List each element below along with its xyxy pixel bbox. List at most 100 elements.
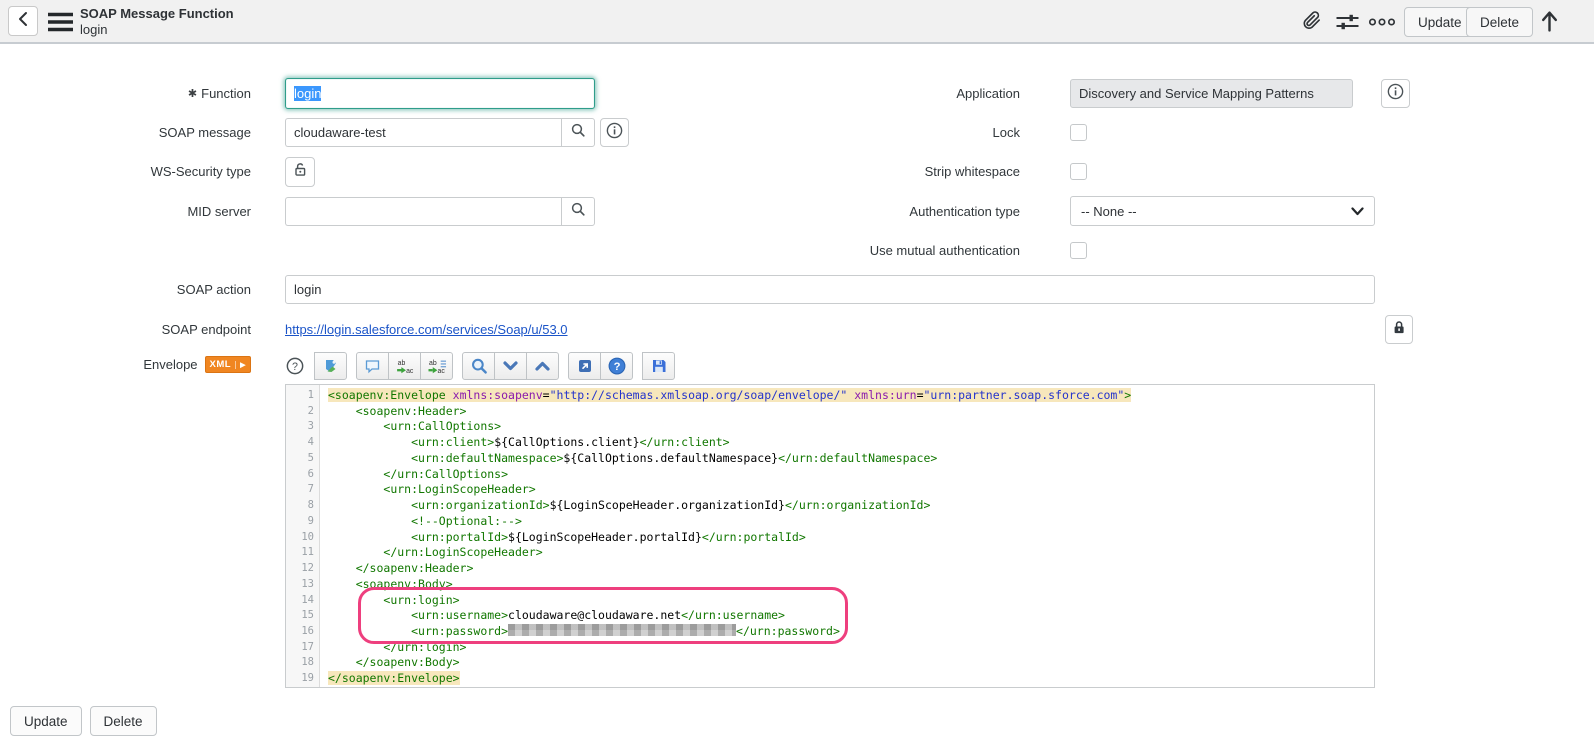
- attachment-icon[interactable]: [1300, 10, 1323, 33]
- code-line[interactable]: </soapenv:Body>: [328, 655, 1374, 671]
- help-docs-button[interactable]: ?: [600, 352, 633, 380]
- personalize-form-icon[interactable]: [1335, 12, 1360, 32]
- search-icon: [570, 201, 586, 222]
- line-number: 6: [286, 467, 319, 483]
- update-button-bottom[interactable]: Update: [10, 706, 82, 736]
- delete-button[interactable]: Delete: [1466, 7, 1533, 37]
- replace-all-button[interactable]: abac: [420, 352, 453, 380]
- line-number: 15: [286, 608, 319, 624]
- code-line[interactable]: </soapenv:Envelope>: [328, 671, 1374, 687]
- line-number: 9: [286, 514, 319, 530]
- line-number: 2: [286, 404, 319, 420]
- line-number: 17: [286, 640, 319, 656]
- line-number: 1: [286, 388, 319, 404]
- lock-checkbox[interactable]: [1070, 124, 1087, 141]
- save-button[interactable]: [642, 352, 675, 380]
- code-line[interactable]: <urn:portalId>${LoginScopeHeader.portalI…: [328, 530, 1374, 546]
- ws-security-unlock-button[interactable]: [285, 157, 315, 187]
- code-line[interactable]: <urn:username>cloudaware@cloudaware.net<…: [328, 608, 1374, 624]
- strip-whitespace-checkbox[interactable]: [1070, 163, 1087, 180]
- find-next-button[interactable]: [494, 352, 527, 380]
- code-line[interactable]: </urn:login>: [328, 640, 1374, 656]
- code-line[interactable]: </urn:LoginScopeHeader>: [328, 545, 1374, 561]
- open-in-new-window-icon: [577, 358, 593, 374]
- help-button[interactable]: ?: [285, 352, 305, 380]
- code-line[interactable]: <urn:password></urn:password>: [328, 624, 1374, 640]
- help-docs-icon: ?: [608, 357, 626, 375]
- open-in-new-window-button[interactable]: [568, 352, 601, 380]
- code-line[interactable]: <urn:defaultNamespace>${CallOptions.defa…: [328, 451, 1374, 467]
- find-previous-icon: [534, 359, 551, 373]
- line-number: 18: [286, 655, 319, 671]
- mid-server-lookup-button[interactable]: [561, 197, 595, 226]
- editor-code-area[interactable]: <soapenv:Envelope xmlns:soapenv="http://…: [320, 385, 1374, 687]
- code-line[interactable]: <soapenv:Header>: [328, 404, 1374, 420]
- code-line[interactable]: <urn:LoginScopeHeader>: [328, 482, 1374, 498]
- authentication-type-label: Authentication type: [780, 197, 1045, 226]
- delete-button-bottom[interactable]: Delete: [90, 706, 157, 736]
- line-number: 12: [286, 561, 319, 577]
- comment-icon: [364, 358, 381, 374]
- svg-text:ab: ab: [429, 359, 437, 366]
- ws-security-type-label: WS-Security type: [0, 157, 268, 186]
- lock-icon: [1391, 319, 1407, 341]
- context-menu-icon[interactable]: [47, 12, 74, 37]
- code-line[interactable]: </urn:CallOptions>: [328, 467, 1374, 483]
- code-line[interactable]: </soapenv:Header>: [328, 561, 1374, 577]
- code-line[interactable]: <urn:login>: [328, 593, 1374, 609]
- triangle-right-icon: ▶: [235, 361, 246, 369]
- replace-all-icon: abac: [427, 358, 447, 375]
- svg-text:?: ?: [292, 361, 298, 373]
- replace-icon: abac: [395, 358, 414, 375]
- find-previous-button[interactable]: [526, 352, 559, 380]
- search-icon: [570, 122, 586, 143]
- back-button[interactable]: [8, 6, 38, 36]
- line-number: 5: [286, 451, 319, 467]
- strip-whitespace-label: Strip whitespace: [780, 157, 1045, 186]
- svg-text:ac: ac: [437, 367, 445, 374]
- find-next-icon: [502, 359, 519, 373]
- soap-endpoint-link[interactable]: https://login.salesforce.com/services/So…: [285, 315, 568, 344]
- soap-message-input[interactable]: [285, 118, 561, 147]
- soap-message-preview-button[interactable]: [600, 118, 629, 147]
- soap-message-lookup-button[interactable]: [561, 118, 595, 147]
- info-icon: [606, 122, 623, 144]
- mid-server-input[interactable]: [285, 197, 561, 226]
- code-line[interactable]: <urn:CallOptions>: [328, 419, 1374, 435]
- line-number: 19: [286, 671, 319, 687]
- authentication-type-select[interactable]: -- None --: [1070, 196, 1375, 226]
- line-number: 8: [286, 498, 319, 514]
- use-mutual-authentication-checkbox[interactable]: [1070, 242, 1087, 259]
- info-icon: [1387, 83, 1404, 105]
- more-options-icon[interactable]: [1368, 17, 1396, 27]
- editor-line-number-gutter: 12345678910111213141516171819: [286, 385, 320, 687]
- lock-label: Lock: [780, 118, 1045, 147]
- replace-button[interactable]: abac: [388, 352, 421, 380]
- envelope-label: Envelope: [143, 357, 197, 372]
- update-button[interactable]: Update: [1404, 7, 1476, 37]
- code-line[interactable]: <soapenv:Body>: [328, 577, 1374, 593]
- code-line[interactable]: <!--Optional:-->: [328, 514, 1374, 530]
- line-number: 14: [286, 593, 319, 609]
- use-mutual-authentication-label: Use mutual authentication: [780, 236, 1045, 265]
- soap-endpoint-lock-button[interactable]: [1385, 315, 1413, 344]
- page-title: SOAP Message Function login: [80, 6, 234, 38]
- code-line[interactable]: <urn:client>${CallOptions.client}</urn:c…: [328, 435, 1374, 451]
- search-button[interactable]: [462, 352, 495, 380]
- comment-button[interactable]: [356, 352, 389, 380]
- function-input[interactable]: login: [285, 78, 595, 109]
- save-icon: [651, 358, 667, 374]
- mid-server-label: MID server: [0, 197, 268, 226]
- record-name-subtitle: login: [80, 22, 234, 38]
- code-line[interactable]: <soapenv:Envelope xmlns:soapenv="http://…: [328, 388, 1374, 404]
- code-line[interactable]: <urn:organizationId>${LoginScopeHeader.o…: [328, 498, 1374, 514]
- xml-syntax-badge[interactable]: XML▶: [205, 356, 251, 373]
- application-info-button[interactable]: [1381, 79, 1410, 108]
- format-code-button[interactable]: [314, 352, 347, 380]
- scroll-to-top-icon[interactable]: [1539, 9, 1560, 33]
- envelope-editor[interactable]: 12345678910111213141516171819 <soapenv:E…: [285, 384, 1375, 688]
- format-code-icon: [323, 358, 339, 374]
- soap-message-function-page: SOAP Message Function login Update Delet…: [0, 0, 1594, 754]
- soap-action-input[interactable]: [285, 275, 1375, 304]
- authentication-type-value: -- None --: [1081, 204, 1137, 219]
